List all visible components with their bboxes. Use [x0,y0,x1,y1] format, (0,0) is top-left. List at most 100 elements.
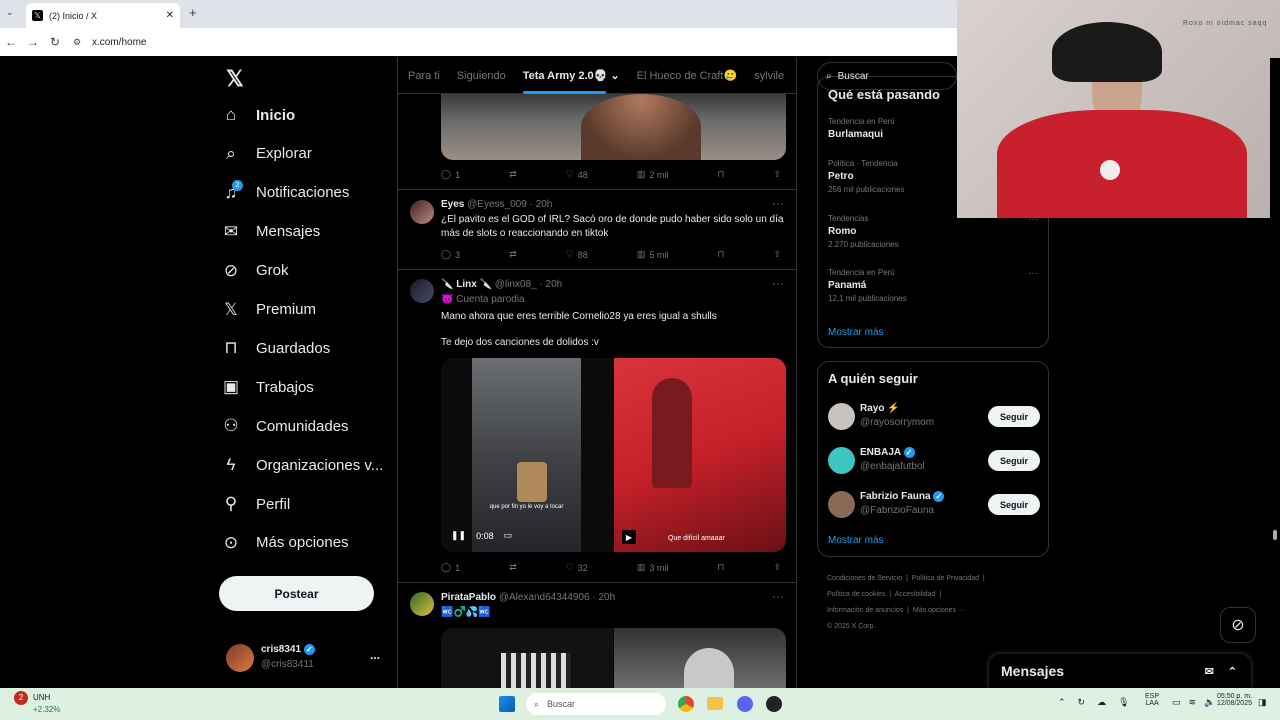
nav-item-grok[interactable]: ⊘ Grok [220,252,289,290]
messages-drawer[interactable]: Mensajes ✉ ⌃ [989,654,1251,688]
footer-link[interactable]: Condiciones de Servicio [827,575,902,582]
nav-item-guardados[interactable]: ⊓ Guardados [220,329,330,367]
follow-button[interactable]: Seguir [988,450,1040,471]
nav-item-perfil[interactable]: ⚲ Perfil [220,485,290,523]
clock[interactable]: 05:50 p. m. 12/08/2025 [1208,693,1252,707]
reply-button[interactable]: ◯ 1 [441,169,460,180]
bookmark-icon[interactable]: ⊓ [717,249,724,260]
follow-suggestion[interactable]: ENBAJA ✓ @enbajafutbol Seguir [828,446,1040,476]
tweet-more-icon[interactable]: ··· [772,276,784,290]
retweet-button[interactable]: ⇄ [509,562,517,573]
mic-icon[interactable]: 🎙 [1118,697,1129,708]
tab-para-ti[interactable]: Para ti [408,70,440,82]
windows-start-icon[interactable] [499,696,515,712]
reply-button[interactable]: ◯ 1 [441,562,460,573]
nav-item-inicio[interactable]: ⌂ Inicio [220,96,295,134]
new-message-icon[interactable]: ✉ [1205,665,1214,678]
share-icon[interactable]: ⇪ [773,249,781,260]
site-info-icon[interactable]: ⚙ [66,37,88,48]
share-icon[interactable]: ⇪ [773,169,781,180]
tab-hueco-de-craft[interactable]: El Hueco de Craft🥲 [637,69,738,82]
follow-suggestion[interactable]: Fabrizio Fauna ✓ @FabrizioFauna Seguir [828,490,1040,520]
tab-list-button[interactable]: ⌄ [6,7,20,21]
nav-item-trabajos[interactable]: ▣ Trabajos [220,368,314,406]
nav-item-notificaciones[interactable]: ♫ 2 Notificaciones [220,174,349,212]
account-switcher[interactable]: cris8341 ✓ @cris83411 ... [226,642,386,674]
new-tab-button[interactable]: + [189,5,197,20]
share-icon[interactable]: ⇪ [773,562,781,573]
tweet-media[interactable] [441,628,786,688]
nav-item-mas[interactable]: ⊙ Más opciones [220,524,349,562]
post-button[interactable]: Postear [219,576,374,611]
nav-item-explorar[interactable]: ⌕ Explorar [220,135,312,173]
tweet[interactable]: ◯ 1 ⇄ ♡ 48 ▥ 2 mil ⊓ ⇪ [398,94,796,190]
expand-icon[interactable]: ⌃ [1228,665,1237,678]
reply-button[interactable]: ◯ 3 [441,249,460,260]
nav-item-comunidades[interactable]: ⚇ Comunidades [220,407,348,445]
trend-more-icon[interactable]: ··· [1028,268,1038,279]
captions-icon[interactable]: ▭ [504,530,513,541]
like-button[interactable]: ♡ 48 [566,169,588,180]
avatar[interactable] [410,200,434,224]
avatar[interactable] [410,592,434,616]
folder-icon[interactable] [707,697,723,710]
tweet[interactable]: PirataPablo @Alexand64344906 · 20h ··· 🚾… [398,583,796,688]
like-button[interactable]: ♡ 32 [566,562,588,573]
follow-button[interactable]: Seguir [988,494,1040,515]
taskbar-search[interactable]: ⌕ Buscar [526,693,666,715]
trends-show-more[interactable]: Mostrar más [828,327,884,338]
footer-link[interactable]: Política de Privacidad [912,575,979,582]
footer-more[interactable]: Más opciones ··· [913,607,965,614]
browser-tab[interactable]: 𝕏 (2) Inicio / X ✕ [26,3,180,28]
bookmark-icon[interactable]: ⊓ [717,169,724,180]
play-icon[interactable]: ▶ [622,530,636,544]
discord-icon[interactable] [737,696,753,712]
pause-icon[interactable]: ❚❚ [451,530,466,541]
follow-show-more[interactable]: Mostrar más [828,535,884,546]
tab-siguiendo[interactable]: Siguiendo [457,70,506,82]
grok-button[interactable]: ⊘ [1220,607,1256,643]
language-indicator[interactable]: ESP LAA [1145,693,1159,707]
tab-teta-army[interactable]: Teta Army 2.0💀 ⌄ [522,69,620,94]
avatar[interactable] [410,279,434,303]
bookmark-icon[interactable]: ⊓ [717,562,724,573]
app-icon[interactable] [766,696,782,712]
views-button[interactable]: ▥ 3 mil [637,562,669,573]
views-button[interactable]: ▥ 5 mil [637,249,669,260]
search-input[interactable]: ⌕ Buscar [817,62,957,90]
trend-item[interactable]: Tendencias Romo 2.270 publicaciones ··· [828,214,1038,249]
close-tab-icon[interactable]: ✕ [166,10,174,21]
nav-item-premium[interactable]: 𝕏 Premium [220,291,316,329]
tweet-more-icon[interactable]: ··· [772,196,784,210]
follow-button[interactable]: Seguir [988,406,1040,427]
scrollbar-thumb[interactable] [1273,530,1277,540]
retweet-button[interactable]: ⇄ [509,249,517,260]
footer-link[interactable]: Accesibilidad [895,591,936,598]
tweet[interactable]: 🔪 Linx 🔪 @linx08_ · 20h ··· 😈 Cuenta par… [398,270,796,583]
scrollbar[interactable] [1270,58,1280,688]
tab-sylvile[interactable]: sylvile [754,70,784,82]
tweet-media[interactable]: que por fin yo le voy a tocar ❚❚ 0:08 ▭ … [441,358,786,552]
back-arrow-icon[interactable]: ← [0,35,22,49]
video-thumbnail[interactable]: ▶ Que difícil amaaar [614,358,786,552]
video-player[interactable]: que por fin yo le voy a tocar ❚❚ 0:08 ▭ [441,358,613,552]
footer-link[interactable]: Política de cookies [827,591,885,598]
chrome-icon[interactable] [678,696,694,712]
views-button[interactable]: ▥ 2 mil [637,169,669,180]
tweet[interactable]: Eyes @Eyess_009 · 20h ··· ¿El pavito es … [398,190,796,270]
cloud-icon[interactable]: ☁ [1097,697,1106,708]
follow-suggestion[interactable]: Rayo ⚡ @rayosorrymom Seguir [828,402,1040,432]
nav-item-mensajes[interactable]: ✉ Mensajes [220,213,320,251]
forward-arrow-icon[interactable]: → [22,35,44,49]
stock-name[interactable]: UNH [33,693,50,702]
url-field[interactable]: x.com/home [92,37,146,48]
sync-icon[interactable]: ↻ [1078,697,1086,708]
trend-item[interactable]: Tendencia en Perú Panamá 12,1 mil publicac… [828,268,1038,303]
tweet-more-icon[interactable]: ··· [772,589,784,603]
footer-link[interactable]: Información de anuncios [827,607,903,614]
reload-icon[interactable]: ↻ [44,35,66,49]
account-more-icon[interactable]: ... [370,648,380,662]
like-button[interactable]: ♡ 88 [566,249,588,260]
notification-icon[interactable]: ◨ [1258,697,1267,708]
retweet-button[interactable]: ⇄ [509,169,517,180]
